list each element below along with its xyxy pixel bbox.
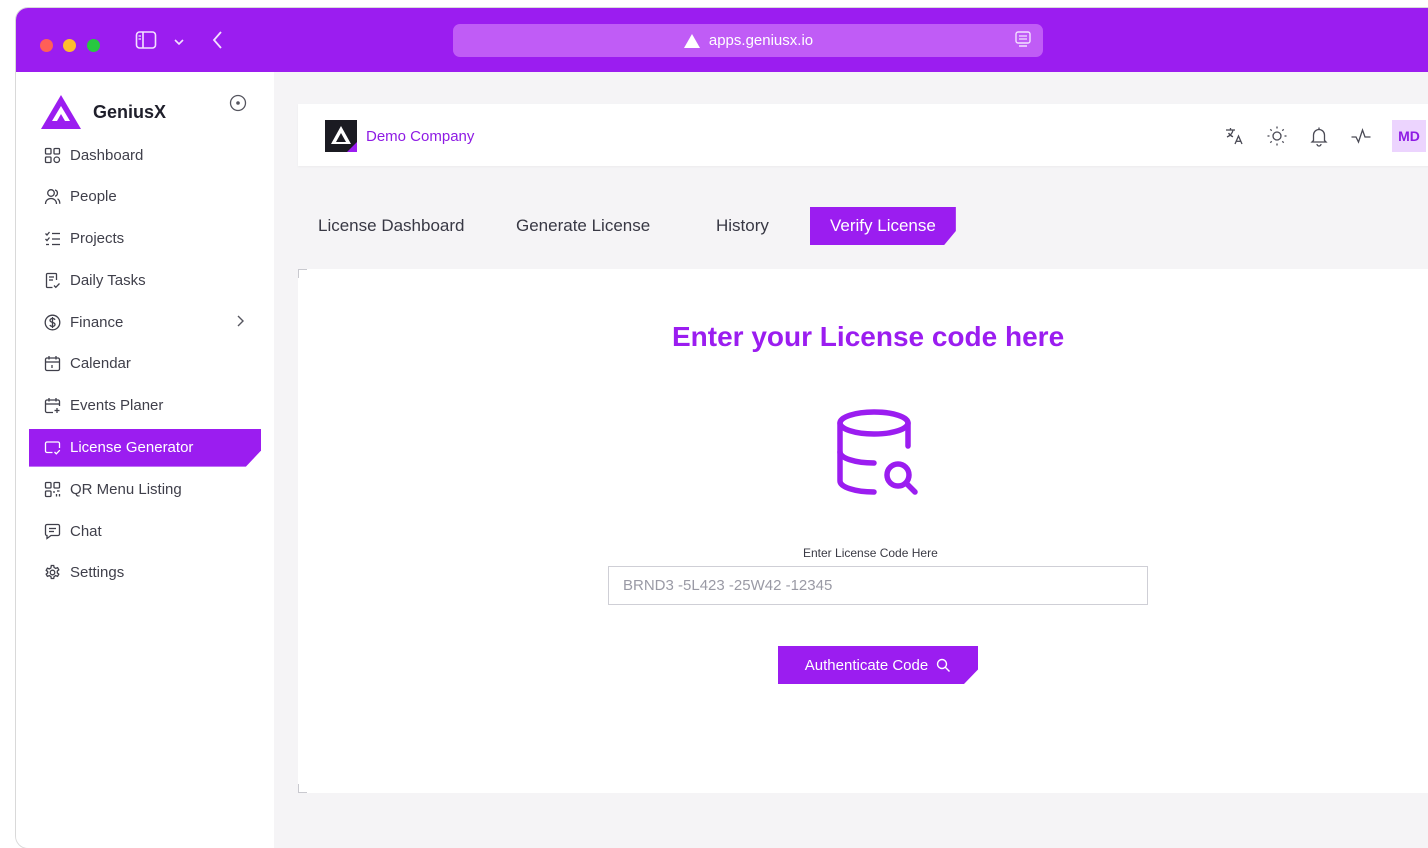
translate-icon[interactable]: [1224, 125, 1246, 147]
sidebar-item-calendar[interactable]: Calendar: [29, 345, 261, 383]
address-bar[interactable]: apps.geniusx.io: [453, 24, 1043, 57]
tab-generate-license[interactable]: Generate License: [516, 207, 650, 245]
sidebar-menu: Dashboard People Projects Daily Tasks Fi…: [29, 136, 261, 596]
sidebar-item-qr-menu-listing[interactable]: QR Menu Listing: [29, 470, 261, 508]
sidebar-item-people[interactable]: People: [29, 178, 261, 216]
calendar-plus-icon: [44, 397, 61, 414]
sidebar-item-label: Events Planer: [70, 397, 164, 415]
panel-corner-marker: [298, 269, 307, 278]
maximize-window-button[interactable]: [87, 39, 100, 52]
sidebar-item-dashboard[interactable]: Dashboard: [29, 136, 261, 174]
url-text: apps.geniusx.io: [708, 32, 814, 49]
sidebar: GeniusX Dashboard People Projects Daily …: [16, 72, 274, 848]
site-logo-icon: [683, 33, 701, 49]
sidebar-collapse-icon[interactable]: [229, 94, 247, 117]
sidebar-item-label: QR Menu Listing: [70, 480, 182, 498]
chevron-down-icon[interactable]: [173, 34, 185, 52]
minimize-window-button[interactable]: [63, 39, 76, 52]
sidebar-item-label: Daily Tasks: [70, 271, 146, 289]
app-header: Demo Company MD: [298, 104, 1428, 166]
tab-verify-license[interactable]: Verify License: [810, 207, 956, 245]
checklist-icon: [44, 230, 61, 247]
company-name: Demo Company: [366, 127, 475, 145]
task-list-icon: [44, 272, 61, 289]
verify-license-panel: Enter your License code here Enter Licen…: [298, 269, 1428, 793]
header-actions: MD: [1224, 120, 1426, 152]
close-window-button[interactable]: [40, 39, 53, 52]
license-code-label: Enter License Code Here: [803, 546, 938, 560]
authenticate-button-label: Authenticate Code: [804, 656, 929, 674]
chat-icon: [44, 523, 61, 540]
brand[interactable]: GeniusX: [40, 94, 166, 130]
panel-corner-marker: [298, 784, 307, 793]
geniusx-logo-icon: [41, 95, 81, 129]
sidebar-item-settings[interactable]: Settings: [29, 554, 261, 592]
license-icon: [44, 439, 61, 456]
verify-title: Enter your License code here: [672, 321, 1065, 352]
sidebar-item-label: Settings: [70, 564, 125, 582]
sidebar-item-label: Chat: [70, 522, 102, 540]
database-search-icon: [837, 409, 918, 495]
license-code-input[interactable]: [608, 566, 1148, 605]
qr-icon: [44, 481, 61, 498]
sidebar-toggle-icon[interactable]: [135, 30, 157, 55]
sidebar-item-projects[interactable]: Projects: [29, 220, 261, 258]
company-switcher[interactable]: Demo Company: [325, 120, 474, 152]
dashboard-grid-icon: [44, 147, 61, 164]
sidebar-item-label: License Generator: [70, 439, 194, 457]
sidebar-item-label: Finance: [70, 313, 124, 331]
sidebar-item-finance[interactable]: Finance: [29, 303, 261, 341]
reader-mode-icon[interactable]: [1015, 31, 1031, 53]
sidebar-item-label: Projects: [70, 230, 125, 248]
dollar-circle-icon: [44, 314, 61, 331]
authenticate-code-button[interactable]: Authenticate Code: [778, 646, 978, 684]
browser-window: apps.geniusx.io GeniusX Dashboard People…: [16, 8, 1428, 848]
bell-icon[interactable]: [1308, 125, 1330, 147]
sidebar-item-label: People: [70, 188, 117, 206]
company-logo-icon: [325, 120, 357, 152]
sidebar-item-chat[interactable]: Chat: [29, 512, 261, 550]
browser-titlebar: apps.geniusx.io: [16, 8, 1428, 72]
chevron-right-icon: [235, 314, 245, 332]
brand-name: GeniusX: [93, 101, 167, 122]
sidebar-item-label: Dashboard: [70, 146, 144, 164]
sidebar-item-events-planer[interactable]: Events Planer: [29, 387, 261, 425]
people-icon: [44, 188, 61, 205]
search-icon: [936, 658, 951, 673]
sidebar-item-label: Calendar: [70, 355, 131, 373]
activity-icon[interactable]: [1350, 125, 1372, 147]
tab-license-dashboard[interactable]: License Dashboard: [318, 207, 464, 245]
main-content: Demo Company MD License Dashboard Genera…: [274, 72, 1428, 848]
sun-icon[interactable]: [1266, 125, 1288, 147]
settings-icon: [44, 564, 61, 581]
sidebar-item-daily-tasks[interactable]: Daily Tasks: [29, 261, 261, 299]
back-arrow-icon[interactable]: [212, 30, 224, 55]
user-avatar[interactable]: MD: [1392, 120, 1426, 152]
sidebar-item-license-generator[interactable]: License Generator: [29, 428, 261, 467]
calendar-icon: [44, 355, 61, 372]
tab-history[interactable]: History: [716, 207, 769, 245]
